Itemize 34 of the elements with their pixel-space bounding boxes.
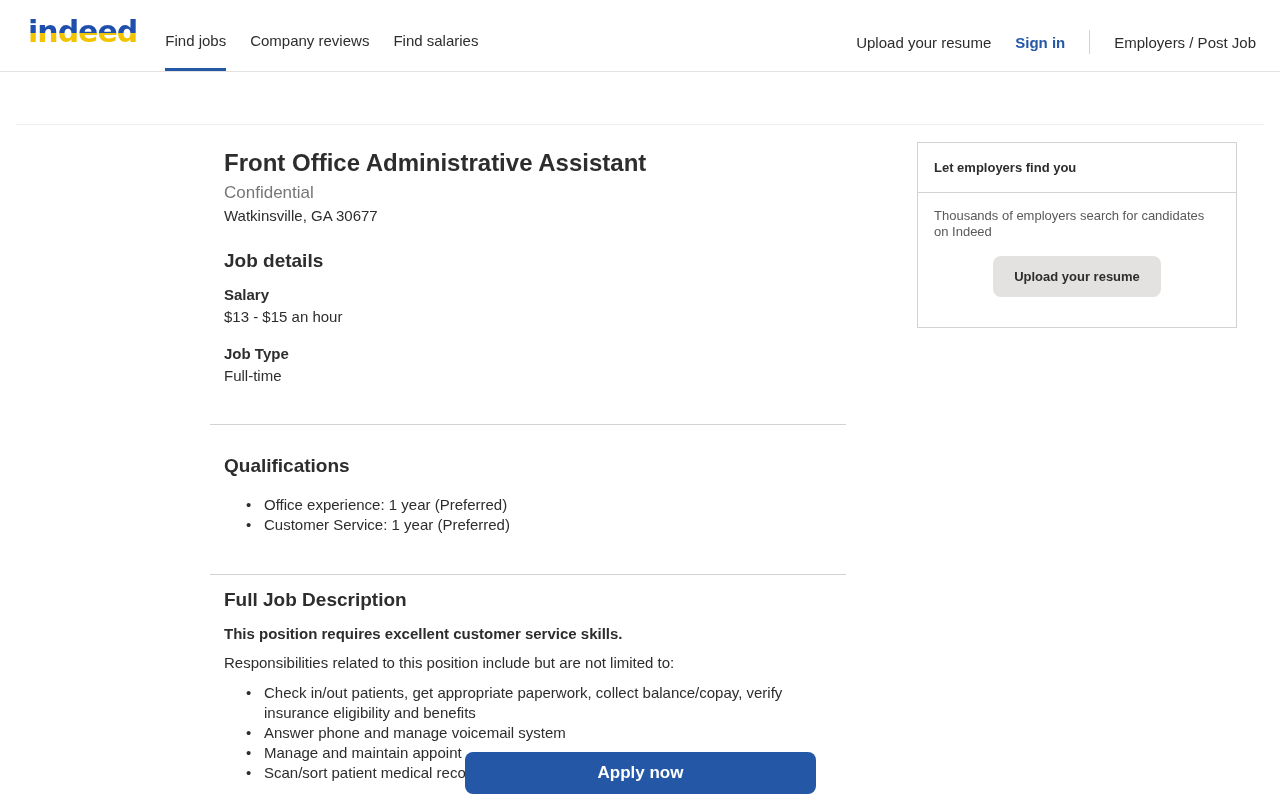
detail-label: Salary xyxy=(224,286,271,303)
responsibility-item: Manage and maintain appoint xyxy=(264,743,462,763)
header-link[interactable]: Sign in xyxy=(1015,33,1066,51)
detail-value: Full-time xyxy=(224,367,283,384)
bullet: • xyxy=(246,763,253,783)
card-title: Let employers find you xyxy=(918,143,1236,193)
nav-tab[interactable]: Find salaries xyxy=(393,0,479,71)
job-location: Watkinsville, GA 30677 xyxy=(224,207,379,224)
responsibility-item: Answer phone and manage voicemail system xyxy=(264,723,566,743)
detail-label: Job Type xyxy=(224,345,290,362)
bullet: • xyxy=(246,495,253,515)
company-name: Confidential xyxy=(224,183,315,203)
detail-value: $13 - $15 an hour xyxy=(224,308,344,325)
header-link[interactable]: Employers / Post Job xyxy=(1089,30,1256,54)
nav-tab[interactable]: Find jobs xyxy=(165,0,227,71)
description-lead: This position requires excellent customer service skills. xyxy=(224,625,624,642)
card-text: Thousands of employers search for candidates on Indeed xyxy=(934,208,1206,240)
job-title: Front Office Administrative Assistant xyxy=(224,149,648,177)
bullet: • xyxy=(246,723,253,743)
header-link[interactable]: Upload your resume xyxy=(856,33,992,51)
nav-tab[interactable]: Company reviews xyxy=(250,0,370,71)
bullet: • xyxy=(246,743,253,763)
responsibility-item: Check in/out patients, get appropriate paperwork, collect balance/copay, verify insurance eligibility and benefits xyxy=(264,683,784,723)
bullet: • xyxy=(246,515,253,535)
upload-resume-button[interactable]: Upload your resume xyxy=(993,256,1161,297)
qualification-item: Customer Service: 1 year (Preferred) xyxy=(264,515,510,535)
apply-button[interactable]: Apply now xyxy=(465,752,816,794)
description-text: Responsibilities related to this position include but are not limited to: xyxy=(224,654,676,671)
section-heading: Qualifications xyxy=(224,455,351,477)
section-heading: Full Job Description xyxy=(224,589,408,611)
responsibility-item: Scan/sort patient medical reco xyxy=(264,763,466,783)
section-heading: Job details xyxy=(224,250,325,272)
qualification-item: Office experience: 1 year (Preferred) xyxy=(264,495,508,515)
bullet: • xyxy=(246,683,253,703)
